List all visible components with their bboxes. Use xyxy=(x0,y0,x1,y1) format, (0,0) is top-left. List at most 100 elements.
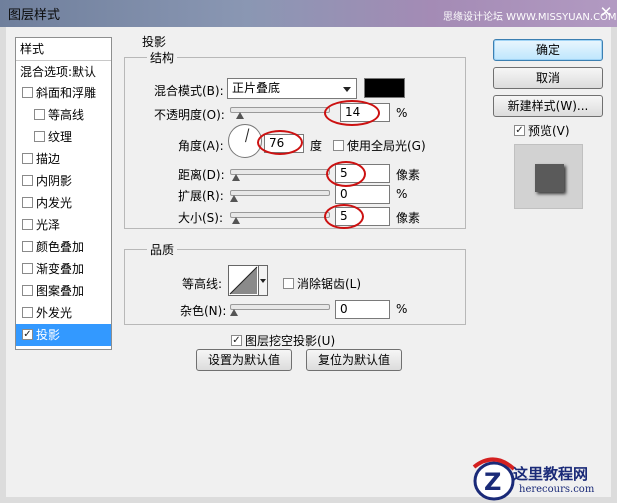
style-list-item[interactable]: 光泽 xyxy=(16,214,111,236)
style-item-checkbox[interactable] xyxy=(34,131,45,142)
highlight-ellipse xyxy=(324,100,380,126)
global-light-check[interactable] xyxy=(333,140,344,151)
style-list-item[interactable]: 纹理 xyxy=(16,126,111,148)
blend-mode-select[interactable]: 正片叠底 xyxy=(227,78,357,99)
shadow-color-swatch[interactable] xyxy=(364,78,405,98)
knockout-checkbox[interactable]: 图层挖空投影(U) xyxy=(231,332,335,349)
new-style-button[interactable]: 新建样式(W)... xyxy=(493,95,603,117)
style-item-checkbox[interactable] xyxy=(22,219,33,230)
size-unit: 像素 xyxy=(396,211,421,225)
global-light-checkbox[interactable]: 使用全局光(G) xyxy=(333,137,426,154)
style-list-item[interactable]: 内发光 xyxy=(16,192,111,214)
antialias-checkbox[interactable]: 消除锯齿(L) xyxy=(283,275,361,292)
noise-slider[interactable] xyxy=(230,304,330,310)
distance-slider[interactable] xyxy=(230,169,330,175)
preview-check[interactable] xyxy=(514,125,525,136)
highlight-ellipse xyxy=(257,130,303,155)
size-label: 大小(S): xyxy=(178,211,224,225)
style-item-label: 投影 xyxy=(36,328,61,342)
style-item-label: 光泽 xyxy=(36,218,61,232)
cancel-button[interactable]: 取消 xyxy=(493,67,603,89)
style-item-checkbox[interactable] xyxy=(22,197,33,208)
spread-label: 扩展(R): xyxy=(178,189,224,203)
blend-mode-value: 正片叠底 xyxy=(232,81,281,95)
watermark-name: 这里教程网 xyxy=(513,465,589,483)
reset-default-button[interactable]: 复位为默认值 xyxy=(306,349,402,371)
section-title: 投影 xyxy=(142,35,167,49)
contour-label: 等高线: xyxy=(182,277,223,291)
angle-label: 角度(A): xyxy=(178,139,224,153)
spread-unit: % xyxy=(396,187,408,201)
noise-label: 杂色(N): xyxy=(180,304,227,318)
style-list-item[interactable]: 投影 xyxy=(16,324,111,346)
style-item-label: 颜色叠加 xyxy=(36,240,85,254)
style-item-label: 斜面和浮雕 xyxy=(36,86,97,100)
distance-unit: 像素 xyxy=(396,168,421,182)
style-list-item[interactable]: 图案叠加 xyxy=(16,280,111,302)
style-list-item[interactable]: 等高线 xyxy=(16,104,111,126)
make-default-button[interactable]: 设置为默认值 xyxy=(196,349,292,371)
watermark-url: herecours.com xyxy=(519,484,595,495)
watermark-top: 思缘设计论坛 WWW.MISSYUAN.COM xyxy=(443,12,617,23)
svg-text:Z: Z xyxy=(484,468,501,496)
ok-button[interactable]: 确定 xyxy=(493,39,603,61)
style-list-header[interactable]: 样式 xyxy=(16,38,111,60)
preview-label: 预览(V) xyxy=(528,124,570,138)
style-item-label: 纹理 xyxy=(48,130,73,144)
style-list-item[interactable]: 斜面和浮雕 xyxy=(16,82,111,104)
knockout-label: 图层挖空投影(U) xyxy=(245,334,336,348)
style-item-checkbox[interactable] xyxy=(22,87,33,98)
spread-slider[interactable] xyxy=(230,190,330,196)
opacity-slider[interactable] xyxy=(230,107,330,113)
style-list-item[interactable]: 内阴影 xyxy=(16,170,111,192)
structure-legend: 结构 xyxy=(147,49,178,66)
opacity-slider-thumb[interactable] xyxy=(236,112,245,120)
style-item-checkbox[interactable] xyxy=(22,175,33,186)
close-icon[interactable]: ✕ xyxy=(597,3,615,21)
style-item-label: 描边 xyxy=(36,152,61,166)
style-list-item[interactable]: 渐变叠加 xyxy=(16,258,111,280)
noise-input[interactable]: 0 xyxy=(335,300,390,319)
blend-options-item[interactable]: 混合选项:默认 xyxy=(16,60,111,82)
distance-slider-thumb[interactable] xyxy=(232,174,241,182)
chevron-down-icon xyxy=(343,87,351,92)
spread-slider-thumb[interactable] xyxy=(230,195,239,203)
style-item-checkbox[interactable] xyxy=(22,241,33,252)
contour-curve-icon xyxy=(229,266,258,295)
highlight-ellipse xyxy=(324,204,364,229)
contour-picker[interactable] xyxy=(228,265,259,296)
style-item-label: 内发光 xyxy=(36,196,73,210)
style-list-item[interactable]: 外发光 xyxy=(16,302,111,324)
size-slider-thumb[interactable] xyxy=(232,217,241,225)
highlight-ellipse xyxy=(326,161,366,187)
window-title: 图层样式 xyxy=(8,8,61,23)
title-bar: 图层样式 思缘设计论坛 WWW.MISSYUAN.COM ✕ xyxy=(0,0,617,27)
contour-dropdown[interactable] xyxy=(259,265,268,296)
style-item-checkbox[interactable] xyxy=(22,263,33,274)
blend-mode-label: 混合模式(B): xyxy=(154,84,224,98)
opacity-unit: % xyxy=(396,106,408,120)
style-list-item[interactable]: 颜色叠加 xyxy=(16,236,111,258)
opacity-label: 不透明度(O): xyxy=(154,108,225,122)
style-preview xyxy=(514,144,583,209)
dialog-body: 样式 混合选项:默认 斜面和浮雕 等高线 纹理 描边 内阴影 内发光 光泽 颜色叠加 渐变叠加图… xyxy=(6,27,611,497)
size-slider[interactable] xyxy=(230,212,330,218)
style-item-checkbox[interactable] xyxy=(22,153,33,164)
style-item-checkbox[interactable] xyxy=(22,307,33,318)
style-list: 样式 混合选项:默认 斜面和浮雕等高线纹理描边内阴影内发光光泽颜色叠加渐变叠加图… xyxy=(15,37,112,350)
global-light-label: 使用全局光(G) xyxy=(347,139,426,153)
style-list-item[interactable]: 描边 xyxy=(16,148,111,170)
style-item-label: 内阴影 xyxy=(36,174,73,188)
antialias-check[interactable] xyxy=(283,278,294,289)
style-item-checkbox[interactable] xyxy=(22,285,33,296)
angle-unit: 度 xyxy=(310,139,323,153)
style-item-checkbox[interactable] xyxy=(22,329,33,340)
noise-slider-thumb[interactable] xyxy=(230,309,239,317)
spread-input[interactable]: 0 xyxy=(335,185,390,204)
noise-unit: % xyxy=(396,302,408,316)
style-item-label: 等高线 xyxy=(48,108,85,122)
preview-thumbnail xyxy=(535,164,564,192)
style-item-checkbox[interactable] xyxy=(34,109,45,120)
preview-checkbox[interactable]: 预览(V) xyxy=(514,122,570,139)
knockout-check[interactable] xyxy=(231,335,242,346)
